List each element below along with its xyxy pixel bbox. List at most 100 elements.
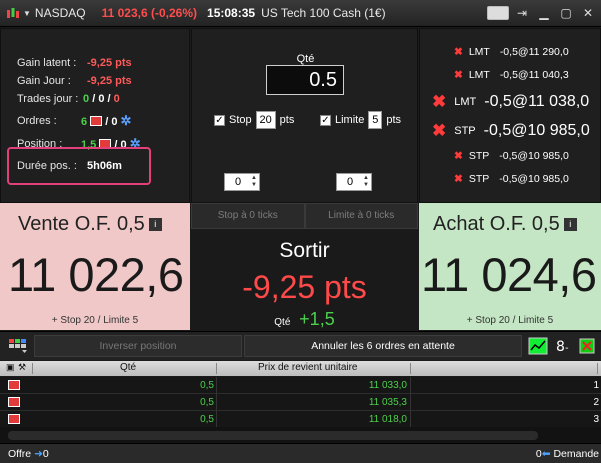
gain-latent-value: -9,25 pts — [87, 57, 132, 69]
stop-checkbox[interactable]: ✓ — [214, 114, 225, 126]
stop-input[interactable]: 20 — [255, 111, 276, 129]
export-icon[interactable] — [578, 337, 598, 355]
limit-ticks-button[interactable]: Limite à 0 ticks — [304, 203, 418, 229]
grid-layout-icon[interactable] — [8, 337, 28, 355]
close-icon[interactable]: ✕ — [579, 4, 597, 22]
pending-orders-panel: ✖ LMT -0,5@11 290,0 ✖ LMT -0,5@11 040,3 … — [419, 28, 601, 203]
cancel-order-icon[interactable]: ✖ — [454, 69, 463, 81]
title-bar: ▼ NASDAQ 11 023,6 (-0,26%) 15:08:35 US T… — [0, 0, 601, 27]
position-qty-label: Qté — [274, 317, 291, 328]
col-price[interactable]: Prix de revient unitaire — [258, 362, 358, 373]
stepper-arrows-icon[interactable]: ▲ ▼ — [251, 175, 257, 189]
gear-icon[interactable]: ✲ — [121, 114, 133, 127]
stop-unit: pts — [279, 114, 295, 126]
cancel-order-icon[interactable]: ✖ — [432, 92, 446, 112]
pnl-value: -9,25 pts — [242, 269, 367, 305]
ordres-values: 6 / 0 ✲ — [81, 114, 133, 128]
limit-unit: pts — [386, 114, 402, 126]
instrument-price: 11 023,6 (-0,26%) — [101, 6, 198, 20]
highlight-annotation — [7, 147, 151, 185]
candlestick-icon[interactable] — [6, 6, 20, 20]
trades-values: 0 / 0 / 0 — [83, 93, 120, 105]
cancel-order-icon[interactable]: ✖ — [454, 150, 463, 162]
table-row[interactable]: 0,5 11 018,0 3 — [0, 411, 601, 428]
ordres-count-b: / 0 — [105, 116, 118, 128]
instrument-name[interactable]: NASDAQ — [35, 6, 86, 20]
close-row-icon[interactable] — [8, 380, 20, 390]
wrench-icon[interactable]: ⚒ — [18, 362, 26, 373]
info-icon[interactable]: i — [148, 218, 162, 232]
buy-button[interactable]: Achat O.F. 0,5 i 11 024,6 + Stop 20 / Lim… — [419, 203, 601, 330]
order-type: LMT — [468, 69, 490, 81]
chart-icon[interactable] — [528, 337, 548, 355]
table-row[interactable]: 0,5 11 035,3 2 — [0, 394, 601, 411]
stop-ticks-stepper[interactable]: 0 ▲ ▼ — [224, 173, 260, 191]
svg-text:-: - — [565, 343, 569, 354]
maximize-icon[interactable]: ▢ — [557, 4, 575, 22]
trades-count-c: 0 — [113, 93, 120, 105]
gain-latent-row: Gain latent : -9,25 pts — [17, 57, 132, 69]
close-row-icon[interactable] — [8, 397, 20, 407]
order-text: -0,5@10 985,0 — [483, 122, 590, 139]
order-ticket-panel: Qté 0.5 ✓ Stop 20 pts ✓ Limite 5 pts 0 ▲… — [191, 28, 418, 203]
trades-count-a: 0 — [83, 93, 90, 105]
pending-order-6[interactable]: ✖ STP -0,5@10 985,0 — [454, 173, 569, 185]
cancel-order-icon[interactable]: ✖ — [454, 173, 463, 185]
positions-toolbar: Inverser position Annuler les 6 ordres e… — [0, 331, 601, 360]
demand-label: Demande — [553, 448, 599, 460]
stepper-arrows-icon[interactable]: ▲ ▼ — [363, 175, 369, 189]
stop-ticks-value: 0 — [235, 176, 242, 188]
trades-label: Trades jour : — [17, 93, 79, 105]
limit-control: ✓ Limite 5 pts — [320, 111, 401, 129]
ordres-label: Ordres : — [17, 115, 57, 127]
horizontal-scrollbar[interactable] — [8, 431, 538, 440]
settings-icon[interactable]: 8- — [554, 337, 574, 355]
exit-panel: Stop à 0 ticks Limite à 0 ticks Sortir -… — [191, 203, 418, 330]
instrument-full-name: US Tech 100 Cash (1€) — [261, 6, 386, 20]
arrow-right-icon: ➜ — [34, 448, 43, 460]
instrument-dropdown-icon[interactable]: ▼ — [23, 9, 31, 18]
position-qty-value: +1,5 — [299, 309, 335, 329]
gain-latent-label: Gain latent : — [17, 57, 77, 69]
keyboard-icon[interactable] — [487, 6, 509, 20]
pending-order-1[interactable]: ✖ LMT -0,5@11 290,0 — [454, 46, 569, 58]
pin-icon[interactable]: ⇥ — [513, 4, 531, 22]
col-qty[interactable]: Qté — [120, 362, 136, 373]
buy-price: 11 024,6 — [421, 248, 597, 301]
reverse-position-button[interactable]: Inverser position — [34, 335, 242, 357]
cancel-order-icon[interactable]: ✖ — [432, 121, 446, 141]
order-type: LMT — [468, 46, 490, 58]
cancel-orders-icon[interactable] — [90, 116, 103, 126]
minimize-icon[interactable]: ▁ — [535, 4, 553, 22]
gain-jour-value: -9,25 pts — [87, 75, 132, 87]
pending-order-5[interactable]: ✖ STP -0,5@10 985,0 — [454, 150, 569, 162]
stop-control: ✓ Stop 20 pts — [214, 111, 294, 129]
close-row-icon[interactable] — [8, 414, 20, 424]
quantity-input[interactable]: 0.5 — [266, 65, 344, 95]
table-row[interactable]: 0,5 11 033,0 1 — [0, 377, 601, 394]
pending-order-2[interactable]: ✖ LMT -0,5@11 040,3 — [454, 69, 569, 81]
buy-title: Achat O.F. 0,5 i — [433, 213, 577, 236]
limit-ticks-stepper[interactable]: 0 ▲ ▼ — [336, 173, 372, 191]
sell-note: + Stop 20 / Limite 5 — [51, 315, 139, 326]
select-all-icon[interactable]: ▣ — [6, 362, 15, 373]
row-id: 2 — [593, 397, 599, 408]
cancel-order-icon[interactable]: ✖ — [454, 46, 463, 58]
cancel-all-orders-button[interactable]: Annuler les 6 ordres en attente — [244, 335, 522, 357]
row-qty: 0,5 — [200, 397, 214, 408]
limit-checkbox[interactable]: ✓ — [320, 114, 331, 126]
info-icon[interactable]: i — [563, 218, 577, 232]
row-id: 1 — [593, 380, 599, 391]
stop-ticks-button[interactable]: Stop à 0 ticks — [191, 203, 305, 229]
pending-order-4[interactable]: ✖ STP -0,5@10 985,0 — [432, 121, 590, 141]
pending-order-3[interactable]: ✖ LMT -0,5@11 038,0 — [432, 92, 589, 112]
limit-input[interactable]: 5 — [368, 111, 383, 129]
exit-button[interactable]: Sortir — [191, 239, 418, 263]
order-text: -0,5@10 985,0 — [499, 173, 569, 185]
ticks-buttons: Stop à 0 ticks Limite à 0 ticks — [191, 203, 418, 229]
order-text: -0,5@10 985,0 — [499, 150, 569, 162]
offer-value: 0 — [42, 448, 49, 460]
position-qty: Qté +1,5 — [191, 309, 418, 330]
sell-button[interactable]: Vente O.F. 0,5 i 11 022,6 + Stop 20 / Lim… — [0, 203, 190, 330]
qty-label: Qté — [296, 53, 315, 65]
